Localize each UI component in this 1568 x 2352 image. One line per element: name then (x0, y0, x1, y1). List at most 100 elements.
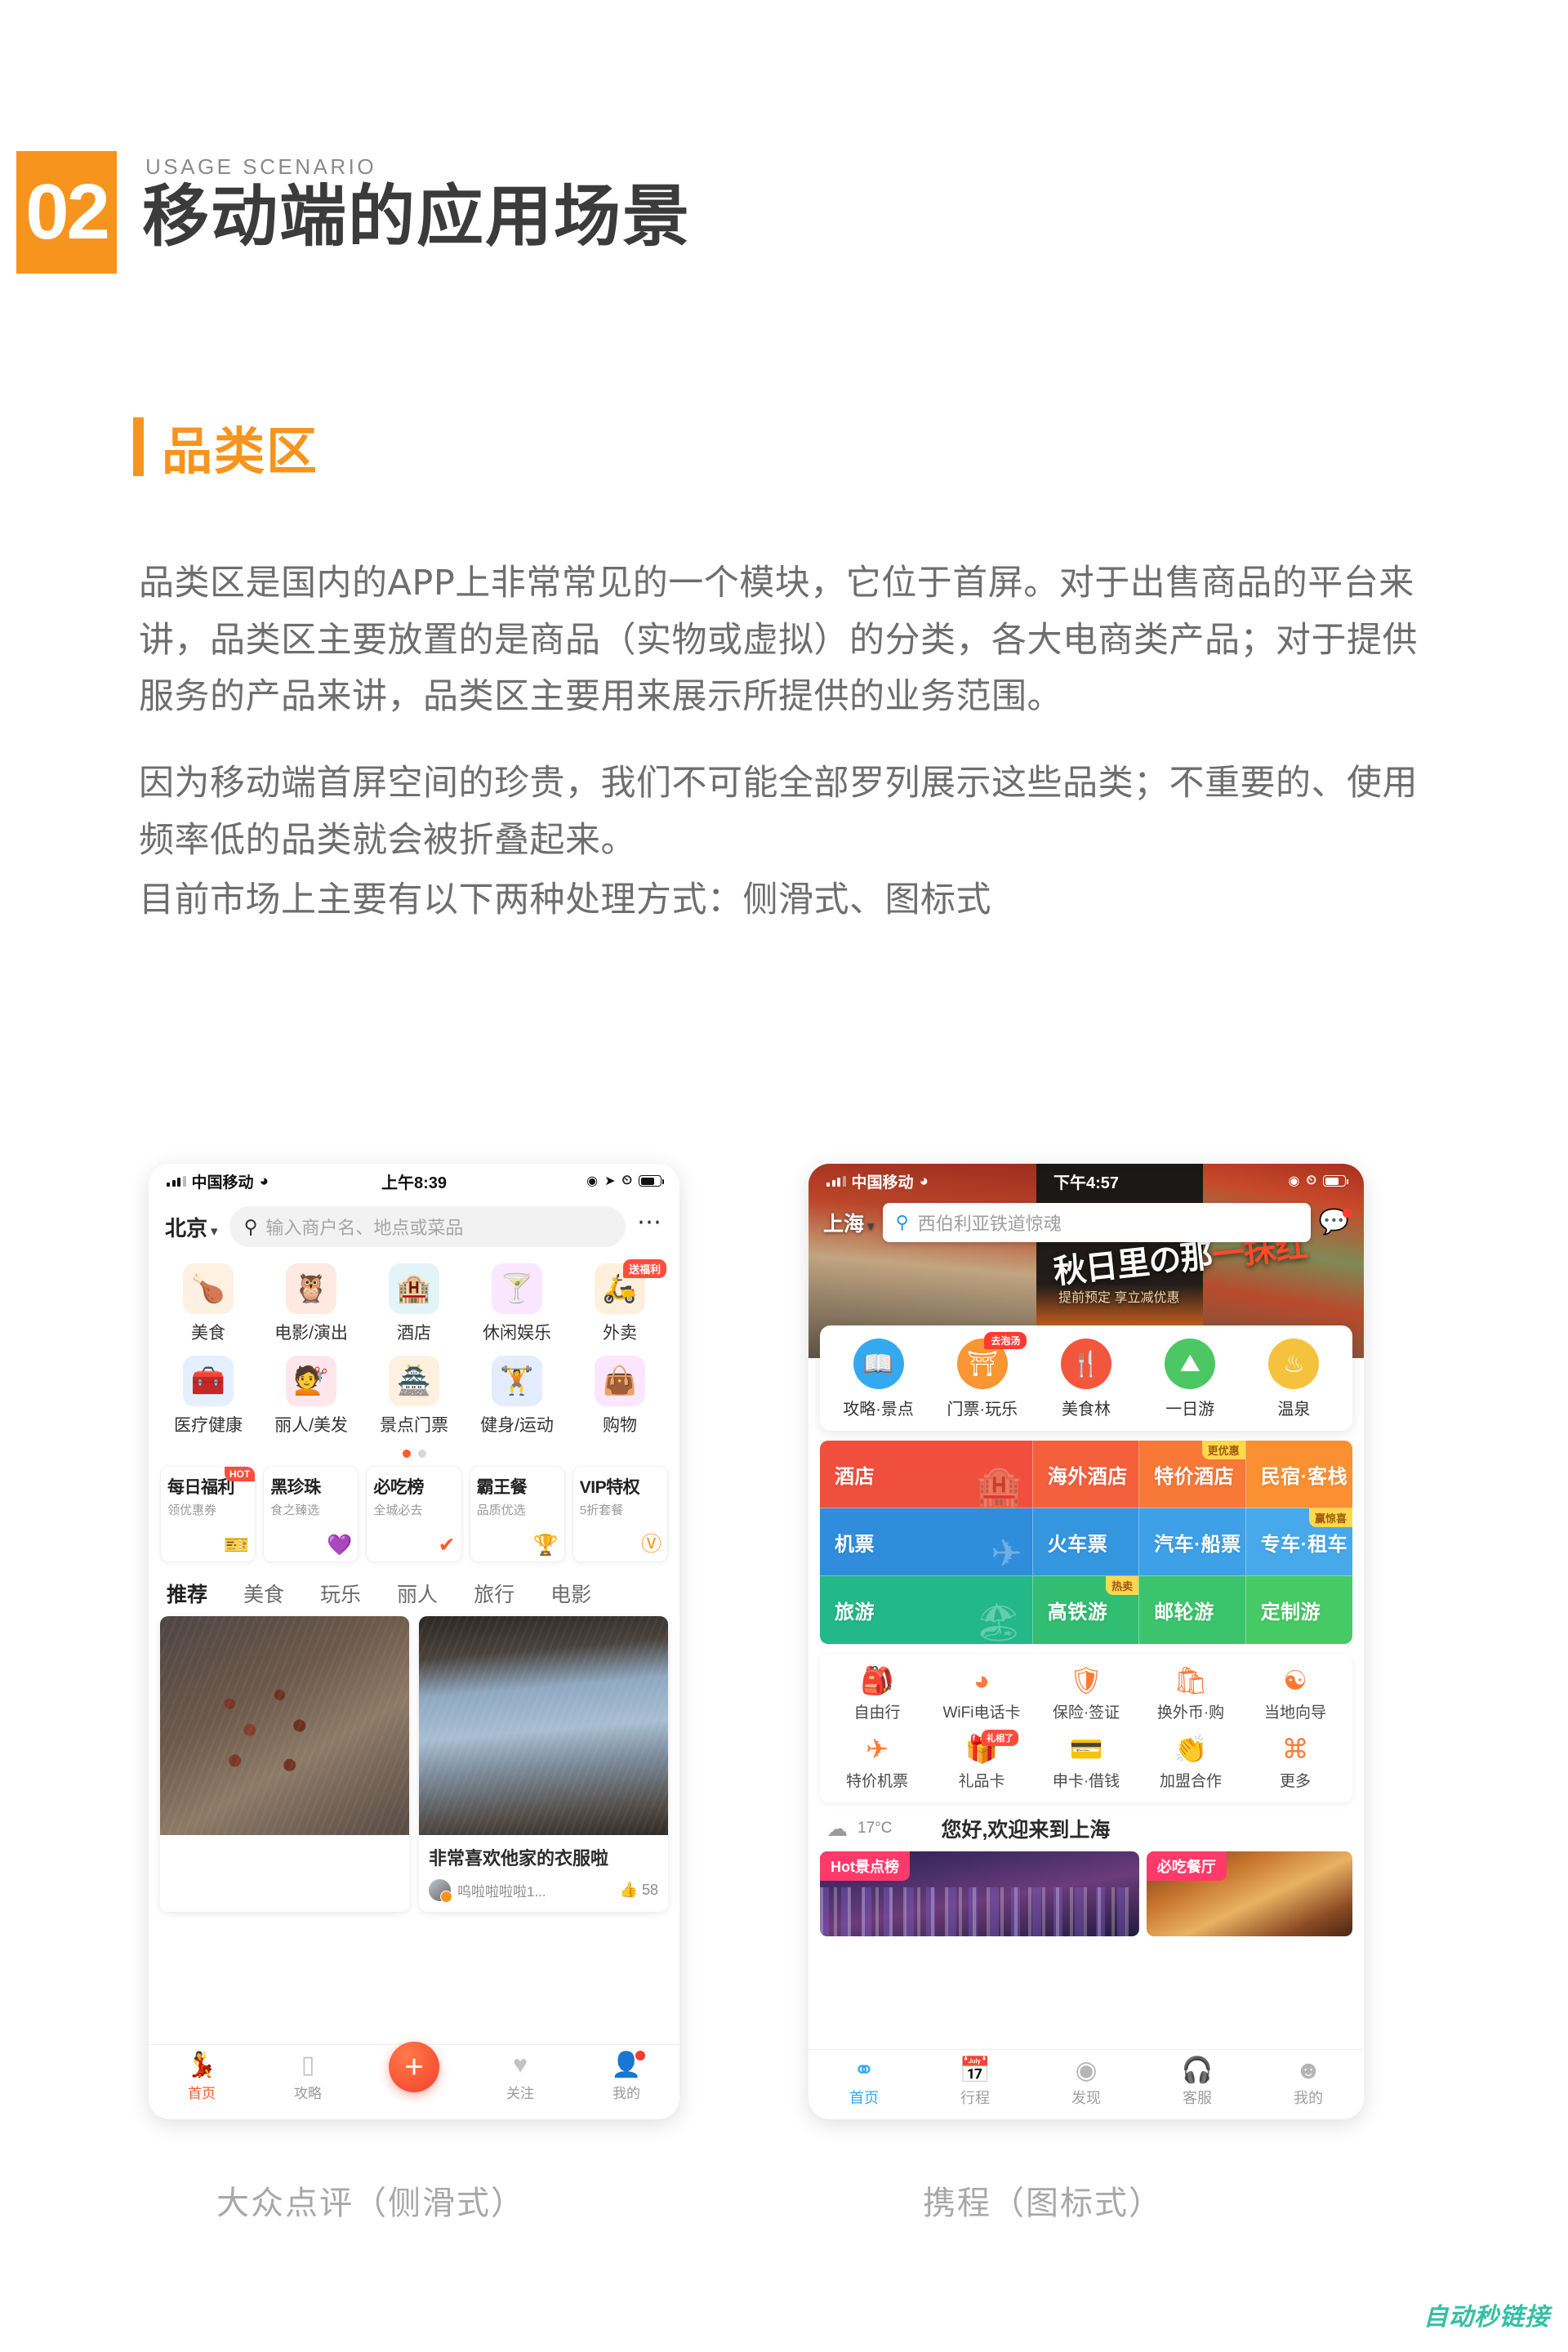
small-entry-huanwaibi[interactable]: 🛍 换外币·购 (1138, 1667, 1243, 1722)
nav-item-shouye[interactable]: 💃 首页 (149, 2053, 255, 2102)
entry-meishilin[interactable]: 🍴 美食林 (1034, 1339, 1138, 1419)
small-entry-ziyouxing[interactable]: 🎒 自由行 (825, 1667, 929, 1722)
small-entry-shenka[interactable]: 💳 申卡·借钱 (1034, 1735, 1138, 1791)
small-entry-gengduo[interactable]: ⌘ 更多 (1243, 1735, 1348, 1791)
tab-tuijian[interactable]: 推荐 (164, 1579, 210, 1612)
small-entry-tejiajipiao[interactable]: ✈ 特价机票 (825, 1735, 929, 1791)
tab-lvxing[interactable]: 旅行 (474, 1579, 514, 1608)
tab-liren[interactable]: 丽人 (397, 1579, 438, 1608)
entry-wenquan[interactable]: ♨ 温泉 (1242, 1339, 1346, 1419)
category-item-jingdian[interactable]: 🏯 景点门票 (363, 1356, 466, 1437)
tab-meishi[interactable]: 美食 (243, 1579, 284, 1608)
nav-item-shouye[interactable]: ⚭ 首页 (808, 2057, 920, 2108)
category-item-liren[interactable]: 💇 丽人/美发 (260, 1356, 363, 1437)
tile-badge: 更优惠 (1201, 1441, 1245, 1459)
category-item-meishi[interactable]: 🍗 美食 (157, 1263, 260, 1344)
entry-menpiao-wanle[interactable]: 去泡汤 ⛩ 门票·玩乐 (930, 1332, 1034, 1419)
nav-item-add[interactable]: + (361, 2042, 467, 2092)
tile-badge: 赢惊喜 (1308, 1508, 1352, 1527)
nav-label: 我的 (1294, 2090, 1323, 2106)
banner-must-eat[interactable]: 必吃餐厅 (1146, 1851, 1352, 1936)
guide-icon: 📖 (853, 1339, 904, 1389)
body-copy: 品类区是国内的APP上非常常见的一个模块，它位于首屏。对于出售商品的平台来讲，品… (139, 555, 1446, 929)
search-input[interactable]: ⚲ 输入商户名、地点或菜品 (229, 1206, 626, 1247)
promo-subtitle: 领优惠券 (167, 1503, 217, 1517)
tab-dianying[interactable]: 电影 (550, 1579, 591, 1608)
nav-item-wode[interactable]: 👤 我的 (573, 2051, 679, 2102)
dianping-top-bar: 北京 ▾ ⚲ 输入商户名、地点或菜品 ⋯ (149, 1198, 679, 1260)
banner-hot-attractions[interactable]: Hot景点榜 (820, 1851, 1139, 1936)
calendar-icon: 📅 (959, 2056, 991, 2084)
tile-zhuanche-zuche[interactable]: 赢惊喜 专车·租车 (1245, 1508, 1352, 1576)
roast-chicken-icon: 🍗 (183, 1263, 234, 1314)
small-entry-dangdixiangdao[interactable]: ☯ 当地向导 (1243, 1667, 1348, 1722)
mountain-icon: ⛰ (1165, 1339, 1216, 1389)
promo-subtitle: 食之臻选 (270, 1503, 320, 1517)
small-entry-baoxian[interactable]: 🛡 保险·签证 (1034, 1667, 1138, 1722)
category-pager[interactable] (149, 1450, 679, 1458)
tile-tejia-jiudian[interactable]: 更优惠 特价酒店 (1139, 1441, 1246, 1508)
airplane-icon: ✈ (866, 1734, 889, 1764)
category-item-gouwu[interactable]: 👜 购物 (568, 1356, 671, 1437)
feed-card[interactable]: 非常喜欢他家的衣服啦 呜啦啦啦啦1... 👍 58 (419, 1616, 668, 1912)
category-item-waimai[interactable]: 送福利 🛵 外卖 (568, 1259, 671, 1344)
tile-haiwai-jiudian[interactable]: 海外酒店 (1032, 1441, 1140, 1508)
nav-item-faxian[interactable]: ◉ 发现 (1031, 2057, 1142, 2108)
tile-jiudian[interactable]: 酒店 🏨 (820, 1441, 1033, 1508)
small-entry-jiameng[interactable]: 👏 加盟合作 (1138, 1735, 1243, 1791)
nav-item-wode[interactable]: ☻ 我的 (1253, 2057, 1364, 2108)
tile-youlunyou[interactable]: 邮轮游 (1139, 1576, 1246, 1644)
nav-item-kefu[interactable]: 🎧 客服 (1142, 2057, 1253, 2108)
category-label: 电影/演出 (274, 1324, 348, 1343)
more-dots-icon[interactable]: ⋯ (637, 1210, 663, 1236)
nav-item-guanzhu[interactable]: ♥ 关注 (467, 2053, 573, 2102)
promo-subtitle: 5折套餐 (579, 1503, 624, 1517)
ctrip-top-bar: 上海 ▾ ⚲ 西伯利亚铁道惊魂 💬 (808, 1203, 1364, 1242)
tile-jipiao[interactable]: 机票 ✈ (820, 1508, 1033, 1576)
promo-card-meiri[interactable]: HOT 每日福利 领优惠券 🎫 (160, 1466, 256, 1562)
tile-gaotieyou[interactable]: 热卖 高铁游 (1032, 1576, 1140, 1644)
like-count[interactable]: 👍 58 (620, 1882, 658, 1899)
promo-card-heizhenzhu[interactable]: 黑珍珠 食之臻选 💜 (263, 1466, 359, 1562)
caption-dianping: 大众点评（侧滑式） (216, 2185, 525, 2222)
category-item-yiliao[interactable]: 🧰 医疗健康 (157, 1356, 260, 1437)
city-selector[interactable]: 上海 ▾ (823, 1208, 875, 1237)
tile-dingzhiyou[interactable]: 定制游 (1245, 1576, 1352, 1644)
credit-card-icon: 💳 (1069, 1734, 1103, 1764)
paragraph-3: 目前市场上主要有以下两种处理方式：侧滑式、图标式 (139, 880, 991, 921)
entry-label: 特价机票 (845, 1773, 908, 1790)
temperature-label: 17°C (858, 1820, 893, 1837)
search-input[interactable]: ⚲ 西伯利亚铁道惊魂 (882, 1203, 1311, 1242)
nav-item-gonglue[interactable]: ▯ 攻略 (255, 2053, 361, 2102)
chevron-down-icon: ▾ (867, 1218, 875, 1234)
feed-card[interactable] (160, 1616, 409, 1912)
airplane-icon: ✈ (991, 1532, 1022, 1575)
nav-item-xingcheng[interactable]: 📅 行程 (920, 2057, 1031, 2108)
gourmet-icon: 🍴 (1060, 1339, 1111, 1389)
category-item-dianying[interactable]: 🦉 电影/演出 (260, 1263, 363, 1344)
entry-label: 温泉 (1277, 1401, 1311, 1419)
tile-qiche-chuanpiao[interactable]: 汽车·船票 (1139, 1508, 1246, 1576)
category-item-jianshen[interactable]: 🏋 健身/运动 (466, 1356, 568, 1437)
entry-gonglue-jingdian[interactable]: 📖 攻略·景点 (826, 1339, 930, 1419)
page-title: 移动端的应用场景 (142, 178, 692, 256)
small-entry-lipinka[interactable]: 礼相了 🎁 礼品卡 (929, 1730, 1034, 1791)
plus-icon[interactable]: + (389, 2042, 439, 2092)
small-entry-wifi[interactable]: ◕ WiFi电话卡 (929, 1667, 1034, 1722)
tile-lvyou[interactable]: 旅游 🏖 (820, 1576, 1033, 1644)
category-item-xiuxian[interactable]: 🍸 休闲娱乐 (466, 1263, 568, 1344)
promo-card-vip[interactable]: VIP特权 5折套餐 Ⓥ (572, 1466, 668, 1562)
message-icon[interactable]: 💬 (1319, 1209, 1352, 1235)
promo-card-bichibang[interactable]: 必吃榜 全城必去 ✔ (366, 1466, 462, 1562)
feed-username: 呜啦啦啦啦1... (457, 1884, 546, 1900)
tab-wanle[interactable]: 玩乐 (320, 1579, 361, 1608)
pager-dot-active[interactable] (402, 1450, 411, 1458)
entry-yiriyou[interactable]: ⛰ 一日游 (1138, 1339, 1242, 1419)
tile-huochepiao[interactable]: 火车票 (1032, 1508, 1140, 1576)
tile-minsu-kezhan[interactable]: 民宿·客栈 (1245, 1441, 1352, 1508)
entry-label: 自由行 (853, 1704, 901, 1722)
category-item-jiudian[interactable]: 🏨 酒店 (363, 1263, 466, 1344)
promo-card-bawangcan[interactable]: 霸王餐 品质优选 🏆 (469, 1466, 565, 1562)
city-selector[interactable]: 北京 ▾ (165, 1212, 218, 1242)
pager-dot[interactable] (417, 1450, 426, 1458)
